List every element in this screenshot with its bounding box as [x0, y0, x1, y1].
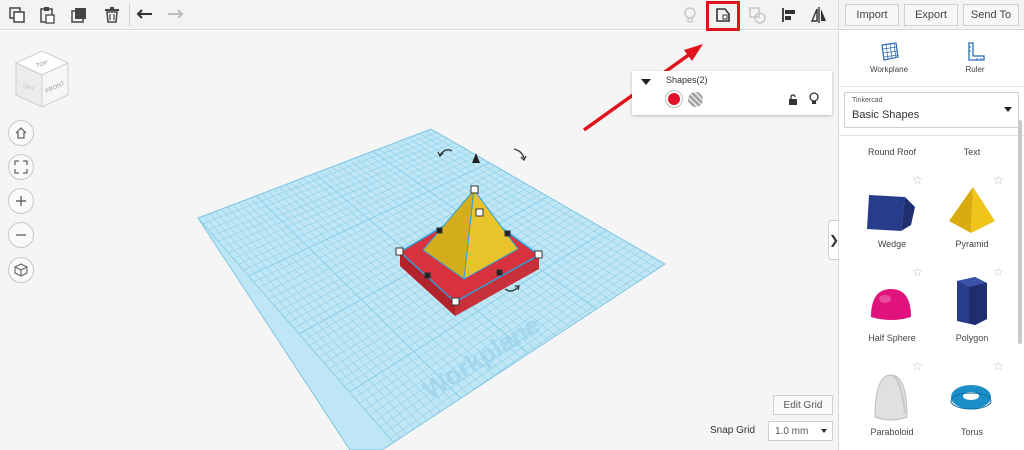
edit-grid-button[interactable]: Edit Grid	[773, 395, 833, 415]
lightbulb-icon[interactable]	[677, 3, 703, 27]
torus-shape-thumb[interactable]	[941, 367, 1001, 427]
library-name: Basic Shapes	[852, 109, 920, 121]
visibility-bulb-icon[interactable]	[808, 92, 820, 111]
wedge-shape-thumb[interactable]	[861, 183, 921, 243]
paraboloid-shape-thumb[interactable]	[861, 369, 921, 429]
shape-label-text[interactable]: Text	[935, 147, 1009, 157]
workplane-icon	[857, 39, 921, 65]
shapes-inspector-panel: Shapes(2)	[632, 71, 832, 115]
redo-icon[interactable]	[162, 3, 188, 27]
shape-label-wedge[interactable]: Wedge	[855, 239, 929, 249]
shape-label-paraboloid[interactable]: Paraboloid	[855, 427, 929, 437]
3d-viewport[interactable]: TOP FRONT LEFT Workplane Shapes(2) Edit …	[0, 31, 838, 450]
ruler-tool-label: Ruler	[965, 65, 985, 74]
group-highlight-box	[706, 1, 740, 31]
shape-label-pyramid[interactable]: Pyramid	[935, 239, 1009, 249]
ruler-icon	[943, 39, 1007, 65]
snap-grid-select[interactable]: 1.0 mm	[768, 421, 833, 441]
shape-library-select[interactable]: Tinkercad Basic Shapes	[844, 92, 1019, 128]
align-icon[interactable]	[776, 3, 802, 27]
shape-label-torus[interactable]: Torus	[935, 427, 1009, 437]
export-button[interactable]: Export	[904, 4, 958, 26]
library-source-label: Tinkercad	[852, 97, 883, 104]
half-sphere-shape-thumb[interactable]	[861, 275, 921, 335]
delete-icon[interactable]	[99, 3, 125, 27]
pyramid-shape-thumb[interactable]	[941, 181, 1001, 241]
undo-icon[interactable]	[132, 3, 158, 27]
send-to-button[interactable]: Send To	[963, 4, 1019, 26]
main-toolbar	[0, 0, 838, 31]
paste-icon[interactable]	[34, 3, 60, 27]
header-actions: Import Export Send To	[838, 0, 1024, 30]
shape-label-round-roof[interactable]: Round Roof	[855, 147, 929, 157]
solid-color-swatch[interactable]	[666, 91, 682, 107]
ungroup-icon[interactable]	[744, 3, 770, 27]
shape-label-half-sphere[interactable]: Half Sphere	[855, 333, 929, 343]
snap-caret-icon	[821, 429, 827, 433]
shape-label-polygon[interactable]: Polygon	[935, 333, 1009, 343]
ruler-tool[interactable]: Ruler	[943, 39, 1007, 74]
collapse-caret-icon[interactable]	[641, 79, 651, 85]
sidebar-scrollbar[interactable]	[1018, 120, 1022, 344]
snap-grid-label: Snap Grid	[710, 425, 756, 436]
lock-icon[interactable]	[787, 93, 799, 111]
workplane-tool-label: Workplane	[869, 65, 909, 74]
import-button[interactable]: Import	[845, 4, 899, 26]
mirror-icon[interactable]	[806, 3, 832, 27]
dropdown-caret-icon	[1004, 107, 1012, 112]
workplane-tool[interactable]: Workplane	[857, 39, 921, 74]
duplicate-icon[interactable]	[66, 3, 92, 27]
polygon-shape-thumb[interactable]	[941, 271, 1001, 331]
shapes-title: Shapes(2)	[666, 75, 708, 85]
shape-library-sidebar: Workplane Ruler Tinkercad Basic Shapes R…	[838, 31, 1024, 450]
snap-grid-value: 1.0 mm	[775, 425, 809, 437]
copy-icon[interactable]	[4, 3, 30, 27]
hole-stripes-icon[interactable]	[688, 92, 703, 107]
